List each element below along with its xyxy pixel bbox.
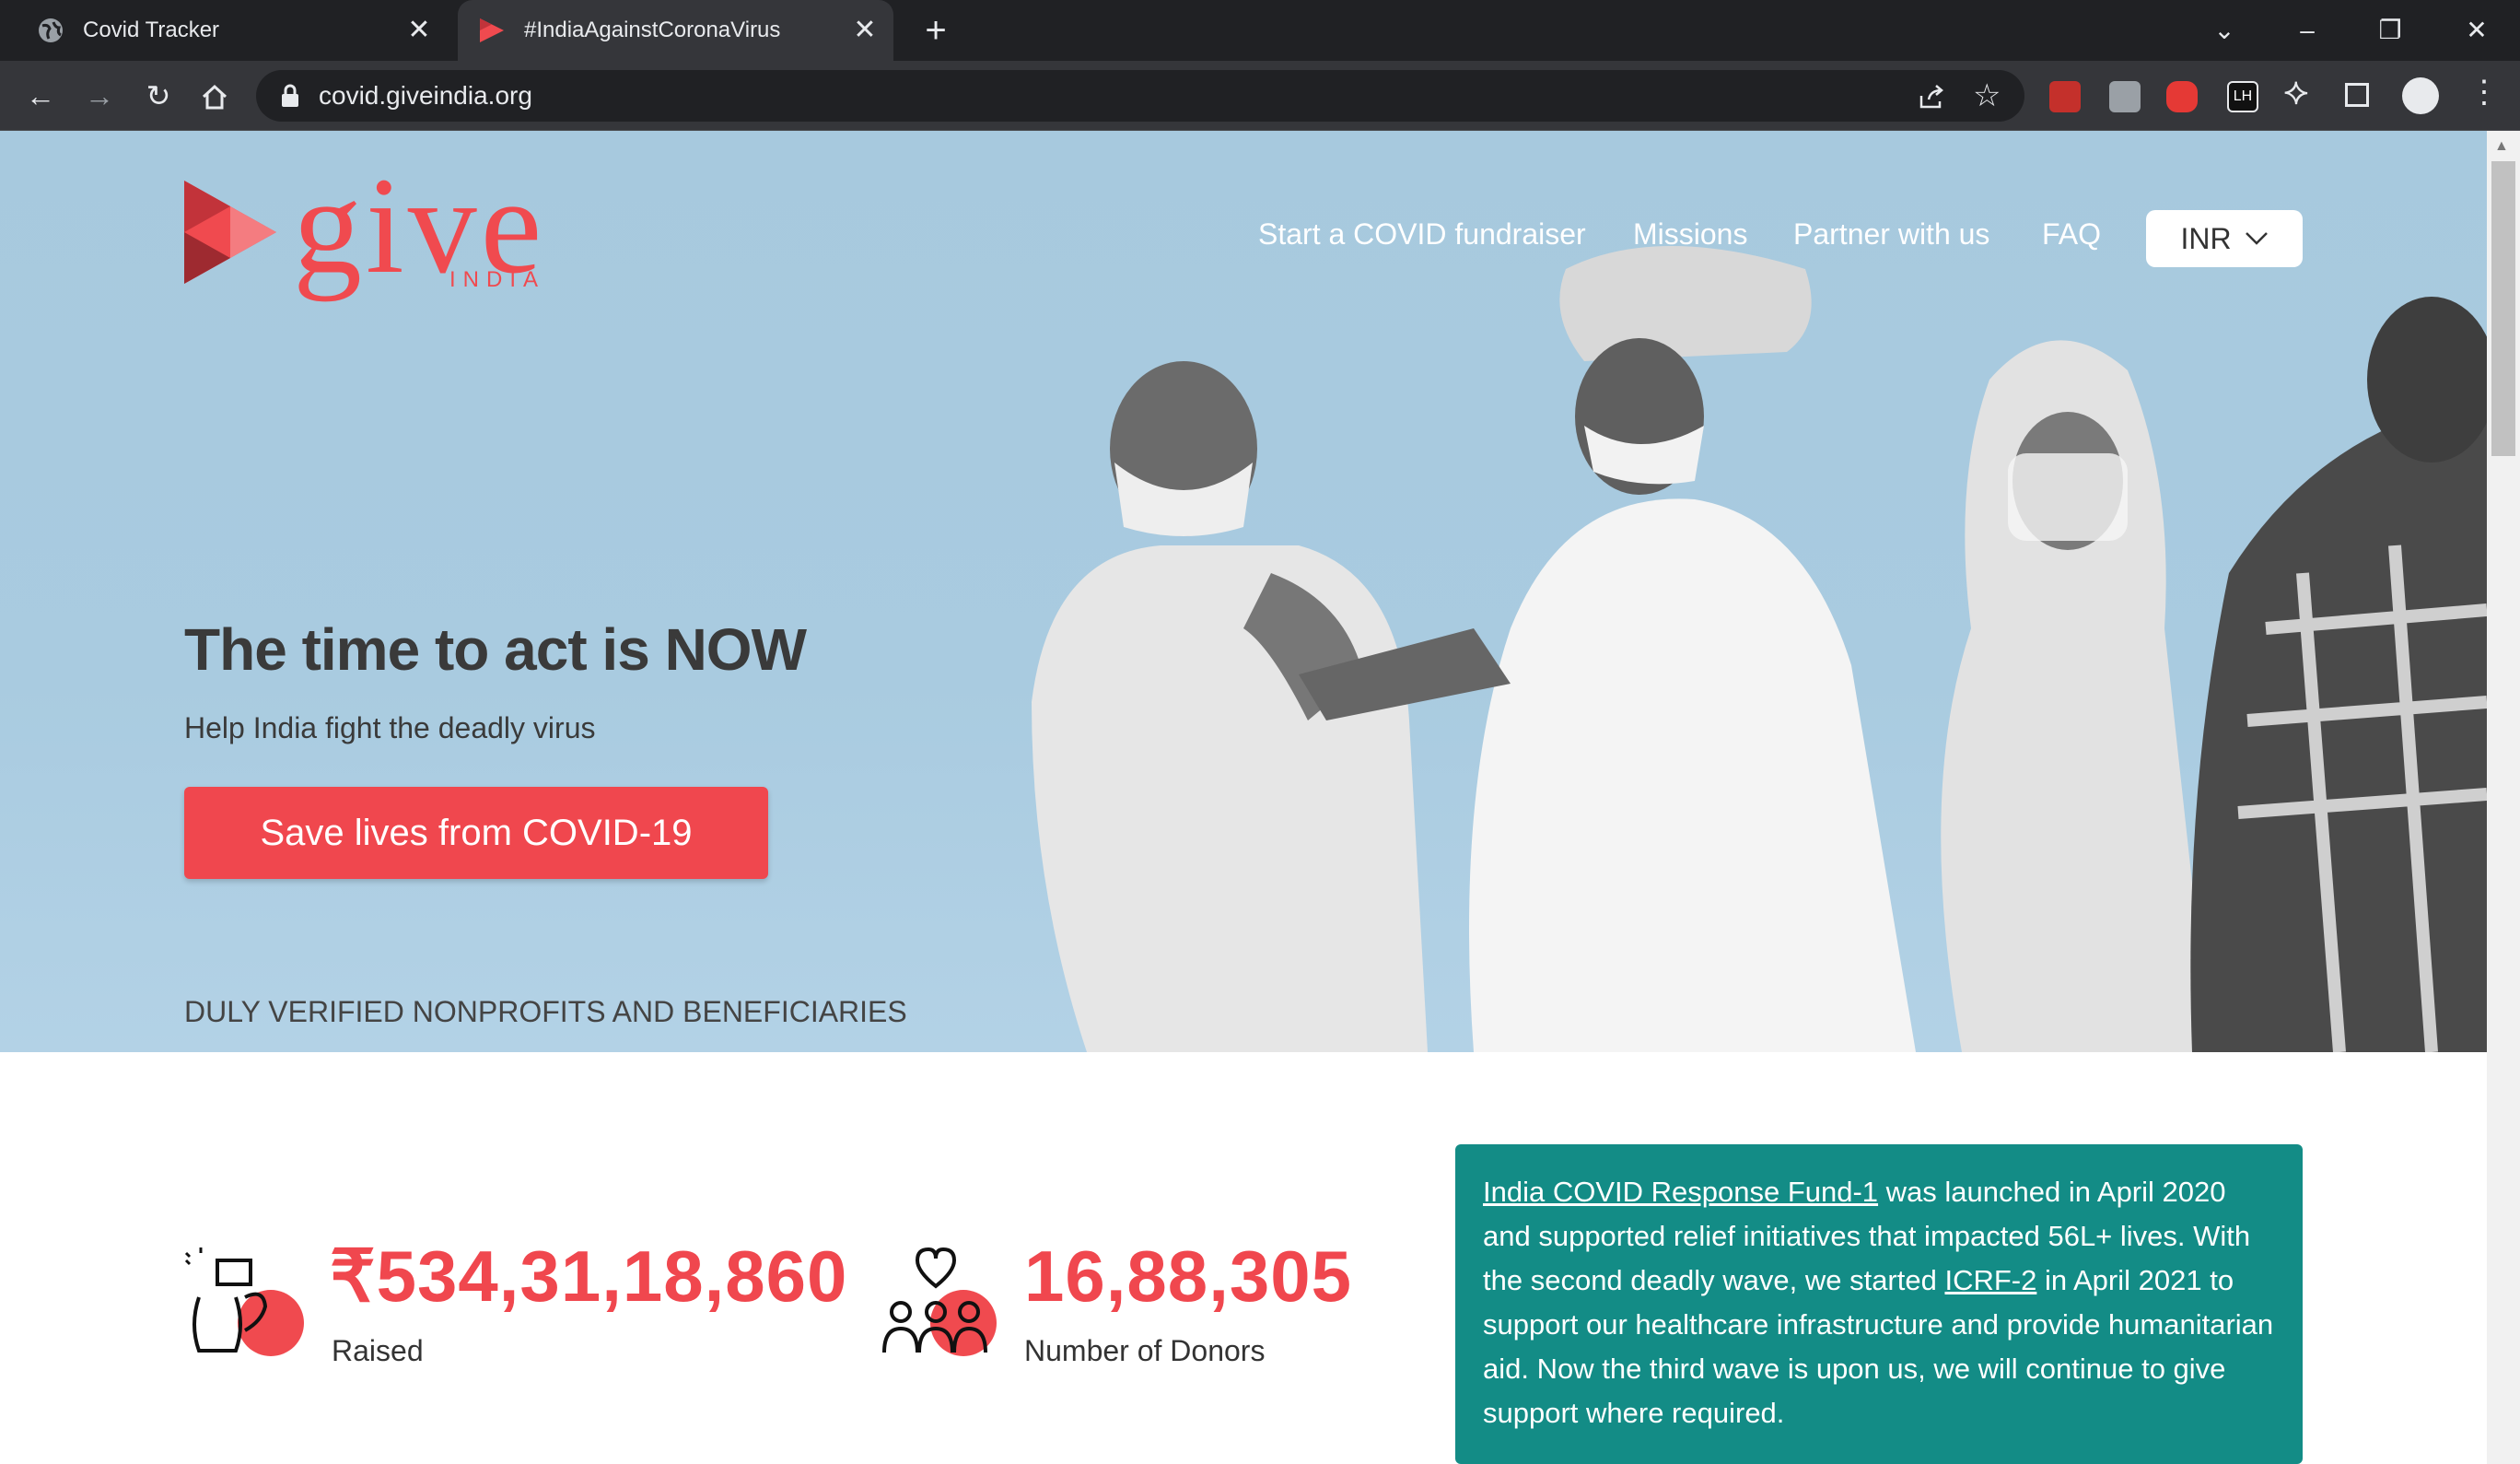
close-tab-icon[interactable]: ✕ xyxy=(851,17,879,44)
nav-start-fundraiser[interactable]: Start a COVID fundraiser xyxy=(1258,217,1586,252)
giveindia-favicon-icon xyxy=(480,18,504,42)
back-icon[interactable]: ← xyxy=(17,72,64,120)
extension-icon[interactable] xyxy=(2166,81,2198,112)
browser-toolbar: ← → ↻ covid.giveindia.org ☆ LH ⯎ ⋮ xyxy=(0,61,2520,131)
reload-icon[interactable]: ↻ xyxy=(134,72,182,120)
home-icon[interactable] xyxy=(201,83,228,111)
scroll-up-icon[interactable]: ▲ xyxy=(2494,138,2509,155)
hero-headline: The time to act is NOW xyxy=(184,616,807,683)
currency-dropdown[interactable]: INR xyxy=(2146,210,2303,267)
lh-extension-icon[interactable]: LH xyxy=(2227,81,2258,112)
extension-icon[interactable] xyxy=(2109,81,2141,112)
address-bar[interactable]: covid.giveindia.org ☆ xyxy=(256,70,2024,122)
currency-label: INR xyxy=(2180,221,2232,255)
close-tab-icon[interactable]: ✕ xyxy=(405,17,433,44)
tab-india-against-corona[interactable]: #IndiaAgainstCoronaVirus ✕ xyxy=(458,0,893,61)
amount-raised-label: Raised xyxy=(332,1334,424,1367)
minimize-icon[interactable]: – xyxy=(2286,9,2328,52)
restore-icon[interactable]: ❐ xyxy=(2369,9,2411,52)
donors-community-icon xyxy=(882,1247,997,1356)
logo-subtitle: INDIA xyxy=(449,267,546,292)
hero-subheadline: Help India fight the deadly virus xyxy=(184,711,596,744)
nav-missions[interactable]: Missions xyxy=(1633,217,1747,252)
tab-title: Covid Tracker xyxy=(83,18,220,42)
tab-title: #IndiaAgainstCoronaVirus xyxy=(524,18,781,42)
icrf2-link[interactable]: ICRF-2 xyxy=(1944,1264,2036,1296)
forward-icon[interactable]: → xyxy=(76,72,123,120)
donate-hands-icon xyxy=(184,1247,304,1356)
new-tab-icon[interactable]: + xyxy=(917,12,954,50)
window-close-icon[interactable]: ✕ xyxy=(2456,9,2498,52)
nav-partner[interactable]: Partner with us xyxy=(1793,217,1989,252)
lock-icon xyxy=(282,84,298,107)
side-panel-icon[interactable] xyxy=(2345,83,2369,107)
vaccination-photo xyxy=(1032,246,2487,1052)
giveindia-logo-icon xyxy=(184,181,276,284)
globe-icon xyxy=(39,18,63,42)
icrf1-link[interactable]: India COVID Response Fund-1 xyxy=(1483,1176,1878,1208)
verified-text: DULY VERIFIED NONPROFITS AND BENEFICIARI… xyxy=(184,995,907,1028)
profile-avatar-icon[interactable] xyxy=(2402,77,2439,114)
youtube-extension-icon[interactable] xyxy=(2049,81,2081,112)
url-text: covid.giveindia.org xyxy=(319,81,532,110)
icrf-info-box: India COVID Response Fund-1 was launched… xyxy=(1455,1144,2303,1464)
amount-raised: ₹534,31,18,860 xyxy=(330,1236,848,1317)
chevron-down-icon xyxy=(2245,232,2268,245)
donors-label: Number of Donors xyxy=(1024,1334,1266,1367)
bookmark-star-icon[interactable]: ☆ xyxy=(1973,77,2001,114)
puzzle-extensions-icon[interactable]: ⯎ xyxy=(2284,74,2308,113)
share-icon[interactable] xyxy=(1918,83,1945,111)
nav-faq[interactable]: FAQ xyxy=(2042,217,2101,252)
donors-count: 16,88,305 xyxy=(1024,1236,1353,1317)
tab-covid-tracker[interactable]: Covid Tracker ✕ xyxy=(15,0,448,61)
scrollbar-thumb[interactable] xyxy=(2491,161,2515,456)
tab-strip: Covid Tracker ✕ #IndiaAgainstCoronaVirus… xyxy=(0,0,2520,61)
save-lives-button[interactable]: Save lives from COVID-19 xyxy=(184,787,768,879)
tab-search-chevron-icon[interactable]: ⌄ xyxy=(2203,9,2246,52)
menu-kebab-icon[interactable]: ⋮ xyxy=(2468,74,2500,111)
